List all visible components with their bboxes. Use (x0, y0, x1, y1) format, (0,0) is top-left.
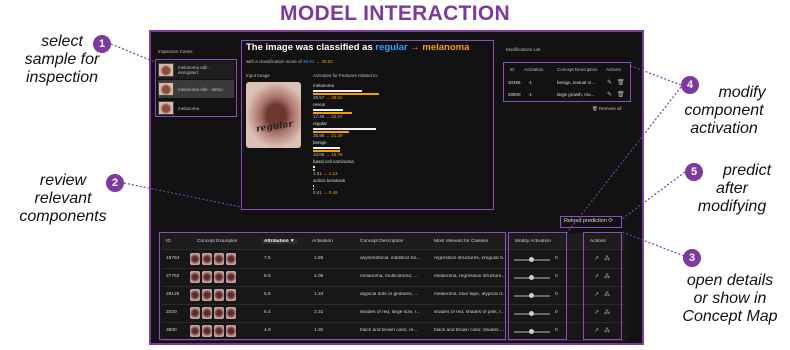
connector-lines (110, 43, 686, 257)
